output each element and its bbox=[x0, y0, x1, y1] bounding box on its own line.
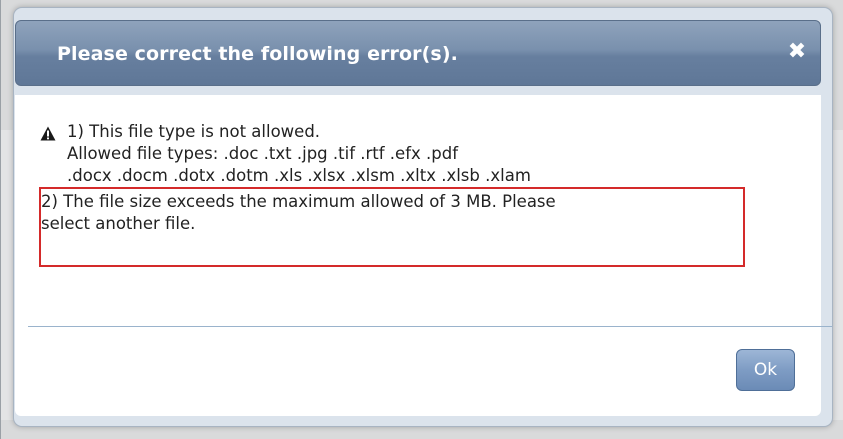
close-icon[interactable]: ✖ bbox=[786, 41, 808, 63]
allowed-types-line-2: .docx .docm .dotx .dotm .xls .xlsx .xlsm… bbox=[67, 166, 531, 185]
error-message-file-type: 1) This file type is not allowed. bbox=[67, 122, 321, 141]
dialog-title-bar[interactable]: Please correct the following error(s). ✖ bbox=[15, 20, 821, 86]
dialog-divider bbox=[28, 326, 832, 327]
ok-button[interactable]: Ok bbox=[736, 349, 795, 391]
allowed-types-line-1: Allowed file types: .doc .txt .jpg .tif … bbox=[67, 144, 459, 163]
dialog-title: Please correct the following error(s). bbox=[57, 43, 458, 65]
warning-icon bbox=[40, 126, 56, 141]
highlight-annotation-box bbox=[39, 187, 745, 267]
